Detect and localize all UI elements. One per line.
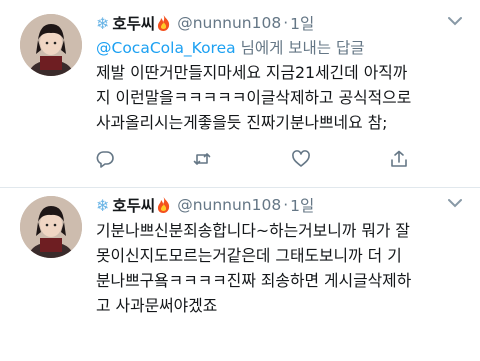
share-icon (391, 150, 407, 167)
snowflake-icon: ❄ (96, 195, 110, 215)
avatar[interactable] (20, 196, 82, 258)
display-name[interactable]: 호두씨 (112, 12, 155, 34)
like-icon (292, 150, 310, 167)
reply-context-label: 님에게 보내는 답글 (235, 39, 365, 57)
tweet-text-line: 기분나쁘신분죄송합니다~하는거보니까 뭐가 잘 (96, 221, 410, 240)
avatar-image (20, 196, 82, 258)
tweet-1[interactable]: ❄ 호두씨 @nunnun108 · 1일 @CocaCola_Korea 님에… (0, 0, 480, 196)
like-button[interactable] (292, 150, 310, 168)
tweet-text: 기분나쁘신분죄송합니다~하는거보니까 뭐가 잘못이신지도모르는거같은데 그태도보… (96, 218, 472, 318)
reply-context: @CocaCola_Korea 님에게 보내는 답글 (96, 36, 472, 60)
tweet-text-line: 분나쁘구욬ㅋㅋㅋㅋ진짜 죄송하면 게시글삭제하 (96, 271, 412, 290)
retweet-icon (193, 153, 211, 165)
separator-dot: · (283, 14, 289, 32)
tweet-time[interactable]: 1일 (290, 194, 314, 216)
tweet-actions (96, 150, 466, 174)
separator-dot: · (283, 196, 289, 214)
reply-icon (96, 151, 114, 168)
retweet-button[interactable] (191, 150, 213, 168)
tweet-text-line: 사과올리시는게좋을듯 진짜기분나쁘네요 참; (96, 113, 388, 132)
snowflake-icon: ❄ (96, 13, 110, 33)
user-handle[interactable]: @nunnun108 (177, 196, 281, 214)
avatar[interactable] (20, 14, 82, 76)
chevron-down-icon[interactable] (448, 198, 462, 208)
user-handle[interactable]: @nunnun108 (177, 14, 281, 32)
avatar-image (20, 14, 82, 76)
tweet-text-line: 못이신지도모르는거같은데 그태도보니까 더 기 (96, 246, 402, 265)
reply-button[interactable] (96, 150, 114, 168)
share-button[interactable] (390, 150, 408, 168)
tweet-text: 제발 이딴거만들지마세요 지금21세긴데 아직까지 이런말을ㅋㅋㅋㅋㅋ이글삭제하… (96, 60, 472, 135)
tweet-header: ❄ 호두씨 @nunnun108 · 1일 (96, 192, 472, 218)
tweet-header: ❄ 호두씨 @nunnun108 · 1일 (96, 10, 472, 36)
tweet-text-line: 제발 이딴거만들지마세요 지금21세긴데 아직까 (96, 63, 408, 82)
chevron-down-icon[interactable] (448, 16, 462, 26)
display-name[interactable]: 호두씨 (112, 194, 155, 216)
tweet-text-line: 고 사과문써야겠죠 (96, 296, 218, 315)
mention-link[interactable]: @CocaCola_Korea (96, 39, 236, 57)
tweet-text-line: 지 이런말을ㅋㅋㅋㅋㅋ이글삭제하고 공식적으로 (96, 88, 412, 107)
fire-icon (158, 15, 170, 31)
tweet-2[interactable]: ❄ 호두씨 @nunnun108 · 1일 기분나쁘신분죄송합니다~하는거보니까… (0, 188, 480, 361)
tweet-time[interactable]: 1일 (290, 12, 314, 34)
fire-icon (158, 197, 170, 213)
